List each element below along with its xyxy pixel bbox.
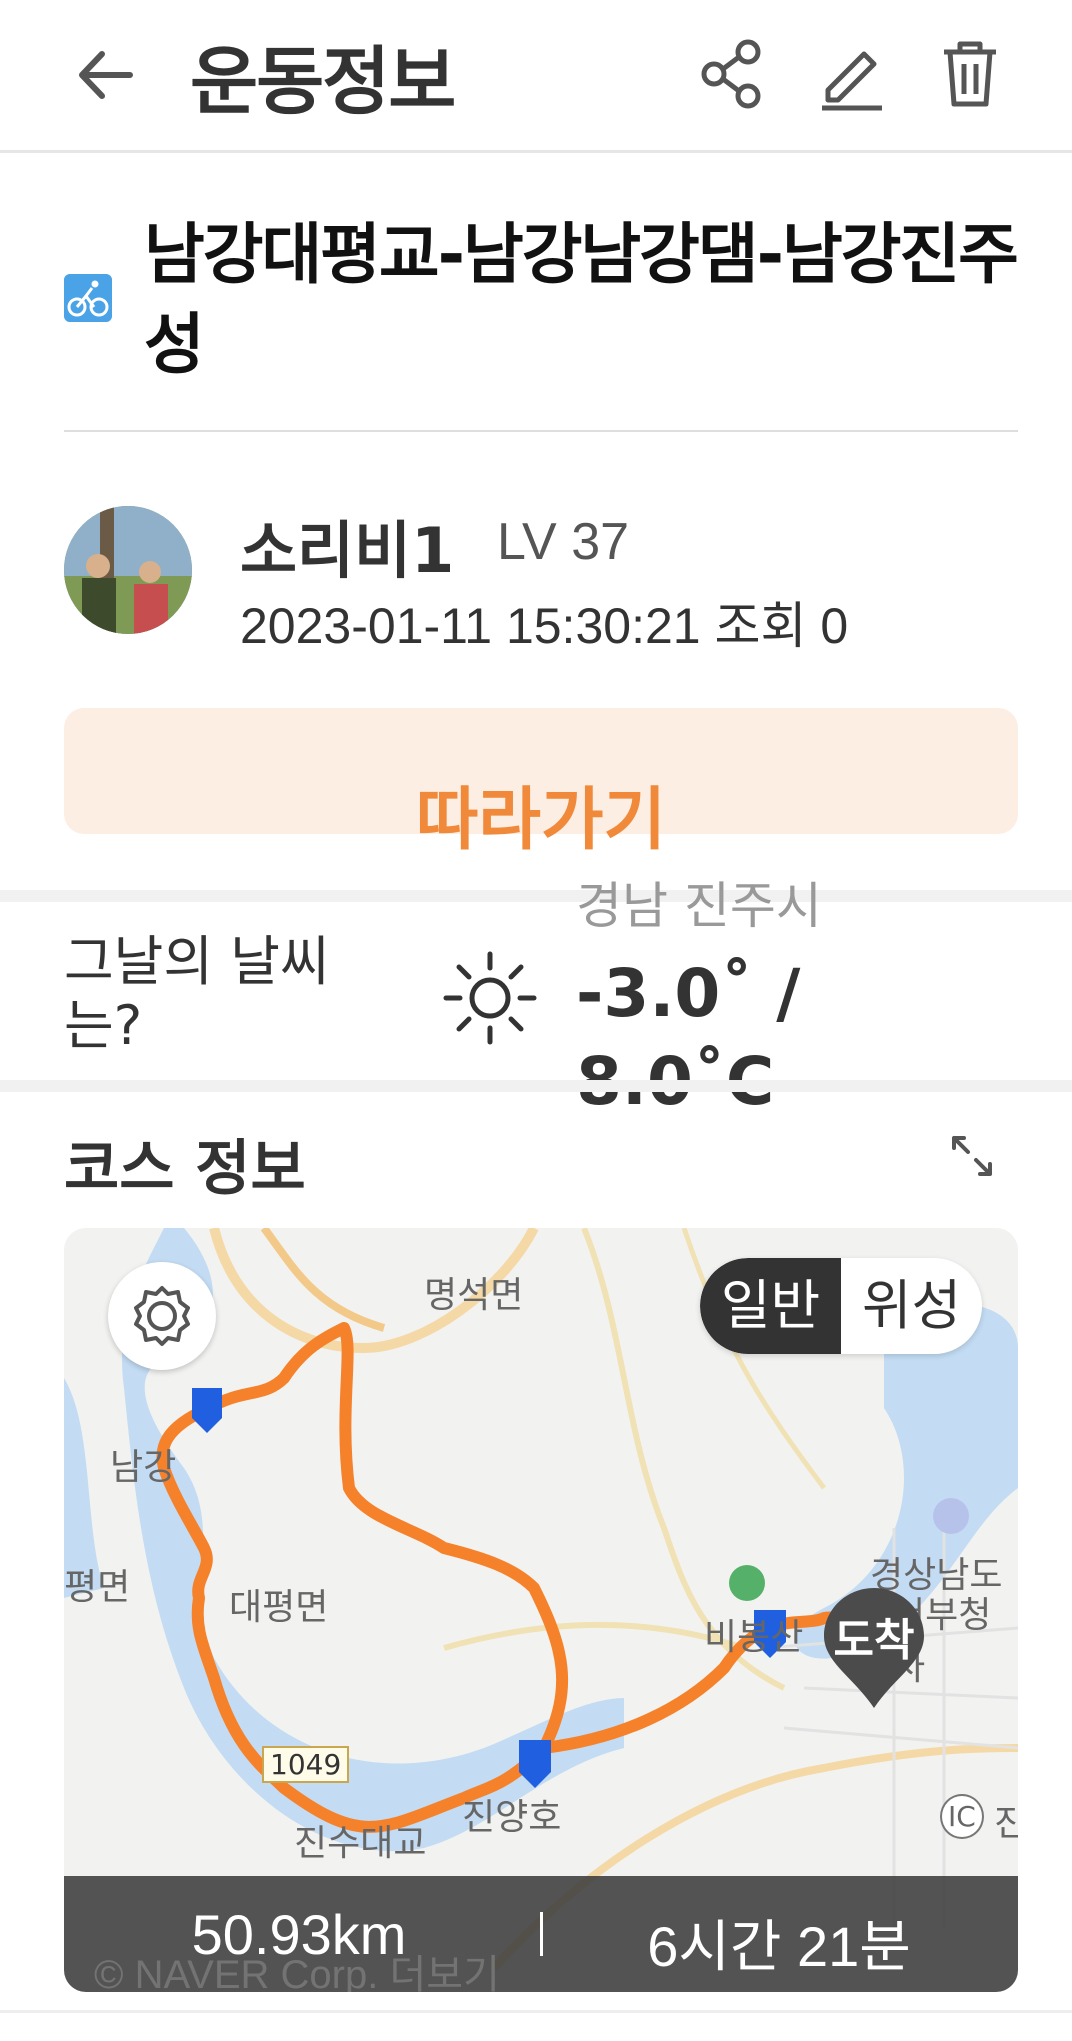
delete-icon[interactable] (928, 32, 1012, 116)
map-type-satellite[interactable]: 위성 (841, 1258, 982, 1354)
government-office-icon (933, 1498, 969, 1534)
map-label: 진양호 (462, 1797, 562, 1838)
duration-value: 6시간 21분 (647, 1915, 911, 1978)
page-title: 운동정보 (190, 39, 456, 125)
bicycle-icon (64, 274, 112, 322)
follow-button[interactable]: 따라가기 (64, 708, 1018, 860)
map-type-standard[interactable]: 일반 (700, 1258, 841, 1354)
map-label: 진 (994, 1803, 1018, 1844)
avatar[interactable] (64, 506, 192, 634)
section-separator (0, 890, 1072, 902)
edit-icon[interactable] (810, 32, 894, 116)
map-label: 진수대교 (294, 1823, 427, 1864)
divider (0, 2010, 1072, 2013)
stats-divider (540, 1912, 543, 1956)
follow-button-label: 따라가기 (415, 781, 667, 860)
back-arrow-icon[interactable] (70, 40, 140, 110)
route-marker-icon[interactable] (192, 1388, 222, 1433)
post-meta: 2023-01-11 15:30:21 조회 0 (240, 598, 849, 654)
course-map[interactable]: 명석면 남강 대평면 진양호 1049 진수대교 경상남도청 서부청사 비봉산 … (64, 1228, 1018, 1992)
map-settings-button[interactable] (108, 1262, 216, 1370)
divider (64, 430, 1018, 432)
section-separator (0, 1080, 1072, 1092)
map-copyright[interactable]: © NAVER Corp. 더보기 (94, 1942, 500, 1992)
top-bar: 운동정보 (0, 0, 1072, 153)
sun-icon (443, 951, 537, 1045)
weather-question: 그날의 날씨는? (64, 930, 330, 1057)
route-title: 남강대평교-남강남강댐-남강진주성 (144, 216, 1019, 383)
map-label: 평면 (64, 1567, 131, 1608)
gear-icon (134, 1286, 190, 1346)
share-icon[interactable] (690, 32, 774, 116)
interchange-badge: IC (940, 1794, 984, 1839)
map-label: 대평면 (229, 1587, 329, 1628)
expand-icon[interactable] (950, 1134, 994, 1178)
user-level: LV 37 (497, 513, 630, 571)
weather-temperature: -3.0˚ / 8.0˚C (576, 955, 801, 1120)
arrival-marker-label: 도착 (833, 1615, 915, 1666)
map-type-toggle[interactable]: 일반 위성 (700, 1258, 982, 1354)
mountain-icon (729, 1565, 765, 1601)
course-info-title: 코스 정보 (64, 1134, 306, 1204)
map-label: 명석면 (424, 1275, 524, 1316)
user-name[interactable]: 소리비1 (240, 500, 454, 590)
weather-location: 경남 진주시 (576, 877, 822, 935)
map-label: 비봉산 (704, 1617, 804, 1658)
road-number-badge: 1049 (262, 1746, 350, 1783)
map-label: 남강 (110, 1447, 177, 1488)
